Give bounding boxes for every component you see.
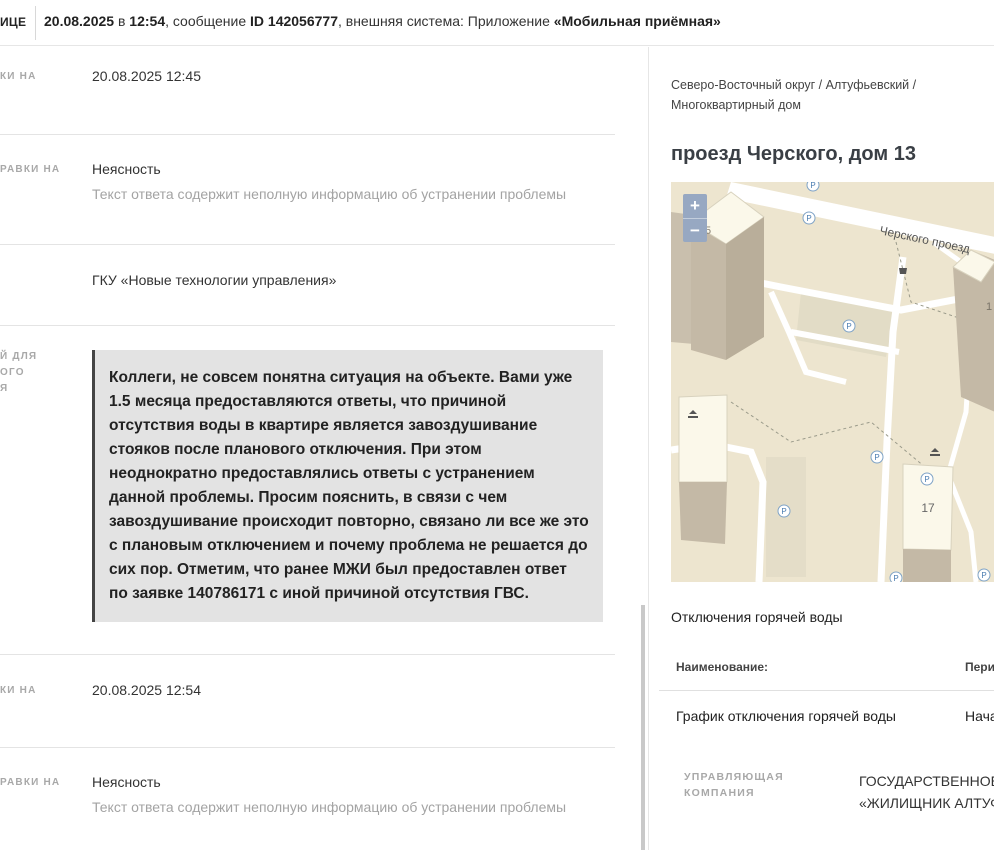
scrollbar[interactable] [641,605,645,850]
map-canvas[interactable]: P P P P P P P P Черского проезд 17 15 1 [671,182,994,582]
detail-label: РАВКИ НА [0,164,61,175]
parking-label: P [781,507,786,516]
management-company-value: ГОСУДАРСТВЕННОЕ Б «ЖИЛИЩНИК АЛТУФ [859,770,994,814]
parking-label: P [874,453,879,462]
hot-water-title: Отключения горячей воды [671,609,843,625]
detail-label: КИ НА [0,71,37,82]
zoom-controls: + − [683,194,707,242]
detail-value: Неясность [92,161,161,177]
detail-value: Неясность [92,774,161,790]
parking-label: P [846,322,851,331]
message-in-word: в [114,13,130,29]
management-value-line: ГОСУДАРСТВЕННОЕ Б [859,773,994,789]
detail-label-line: ОГО [0,367,25,378]
building-number-right: 1 [986,301,992,313]
parking-label: P [893,574,898,582]
column-name-header[interactable]: Наименование: [676,660,768,674]
detail-value: 20.08.2025 12:45 [92,68,201,84]
detail-row-reason-1: РАВКИ НА Неясность Текст ответа содержит… [0,135,615,245]
message-info: 20.08.2025 в 12:54, сообщение ID 1420567… [44,13,721,29]
system-prefix: , внешняя система: Приложение [337,13,554,29]
row-period-cell: Нача [965,708,994,724]
message-id: ID 142056777 [250,13,338,29]
detail-subvalue: Текст ответа содержит неполную информаци… [92,186,567,202]
message-date: 20.08.2025 [44,13,115,29]
management-value-line: «ЖИЛИЩНИК АЛТУФ [859,795,994,811]
parking-label: P [981,571,986,580]
zoom-in-button[interactable]: + [683,194,707,218]
map[interactable]: P P P P P P P P Черского проезд 17 15 1 … [671,182,994,582]
row-name-cell: График отключения горячей воды [676,708,896,724]
detail-row-reason-2: РАВКИ НА Неясность Текст ответа содержит… [0,748,615,850]
header-bar: ИЦЕ 20.08.2025 в 12:54, сообщение ID 142… [0,0,994,46]
detail-subvalue: Текст ответа содержит неполную информаци… [92,799,567,815]
parking-label: P [806,214,811,223]
location-panel: Северо-Восточный округ / Алтуфьевский / … [648,47,994,850]
detail-row-org: ГКУ «Новые технологии управления» [0,245,615,326]
address-title: проезд Черского, дом 13 [671,143,916,165]
breadcrumb-fragment[interactable]: ИЦЕ [0,15,26,29]
table-row[interactable]: График отключения горячей воды Нача [659,691,994,741]
building-number-17: 17 [921,501,935,515]
shop-icon [899,268,907,274]
management-label-line: УПРАВЛЯЮЩАЯ [684,771,784,783]
message-time: 12:54 [129,13,166,29]
detail-value: ГКУ «Новые технологии управления» [92,272,337,288]
detail-label: РАВКИ НА [0,777,61,788]
zoom-out-button[interactable]: − [683,218,707,242]
detail-label-line: Й ДЛЯ [0,351,38,362]
management-label-line: КОМПАНИЯ [684,787,755,799]
parking-label: P [924,475,929,484]
detail-row-date-2: КИ НА 20.08.2025 12:54 [0,655,615,748]
management-company-label: УПРАВЛЯЮЩАЯ КОМПАНИЯ [684,769,784,801]
detail-label-line: Я [0,383,9,394]
building-left-bottom [678,394,728,544]
district-path: Северо-Восточный округ / Алтуфьевский / … [671,78,917,112]
detail-value: 20.08.2025 12:54 [92,682,201,698]
table-header: Наименование: Перио [659,647,994,691]
detail-label: КИ НА [0,685,37,696]
header-divider [35,6,36,40]
column-period-header[interactable]: Перио [965,660,994,674]
comment-box: Коллеги, не совсем понятна ситуация на о… [92,350,603,622]
system-name: «Мобильная приёмная» [553,13,721,29]
parking-label: P [810,182,815,190]
detail-row-date-1: КИ НА 20.08.2025 12:45 [0,47,615,135]
details-panel: КИ НА 20.08.2025 12:45 РАВКИ НА Неясност… [0,47,640,850]
message-prefix: , сообщение [165,13,251,29]
